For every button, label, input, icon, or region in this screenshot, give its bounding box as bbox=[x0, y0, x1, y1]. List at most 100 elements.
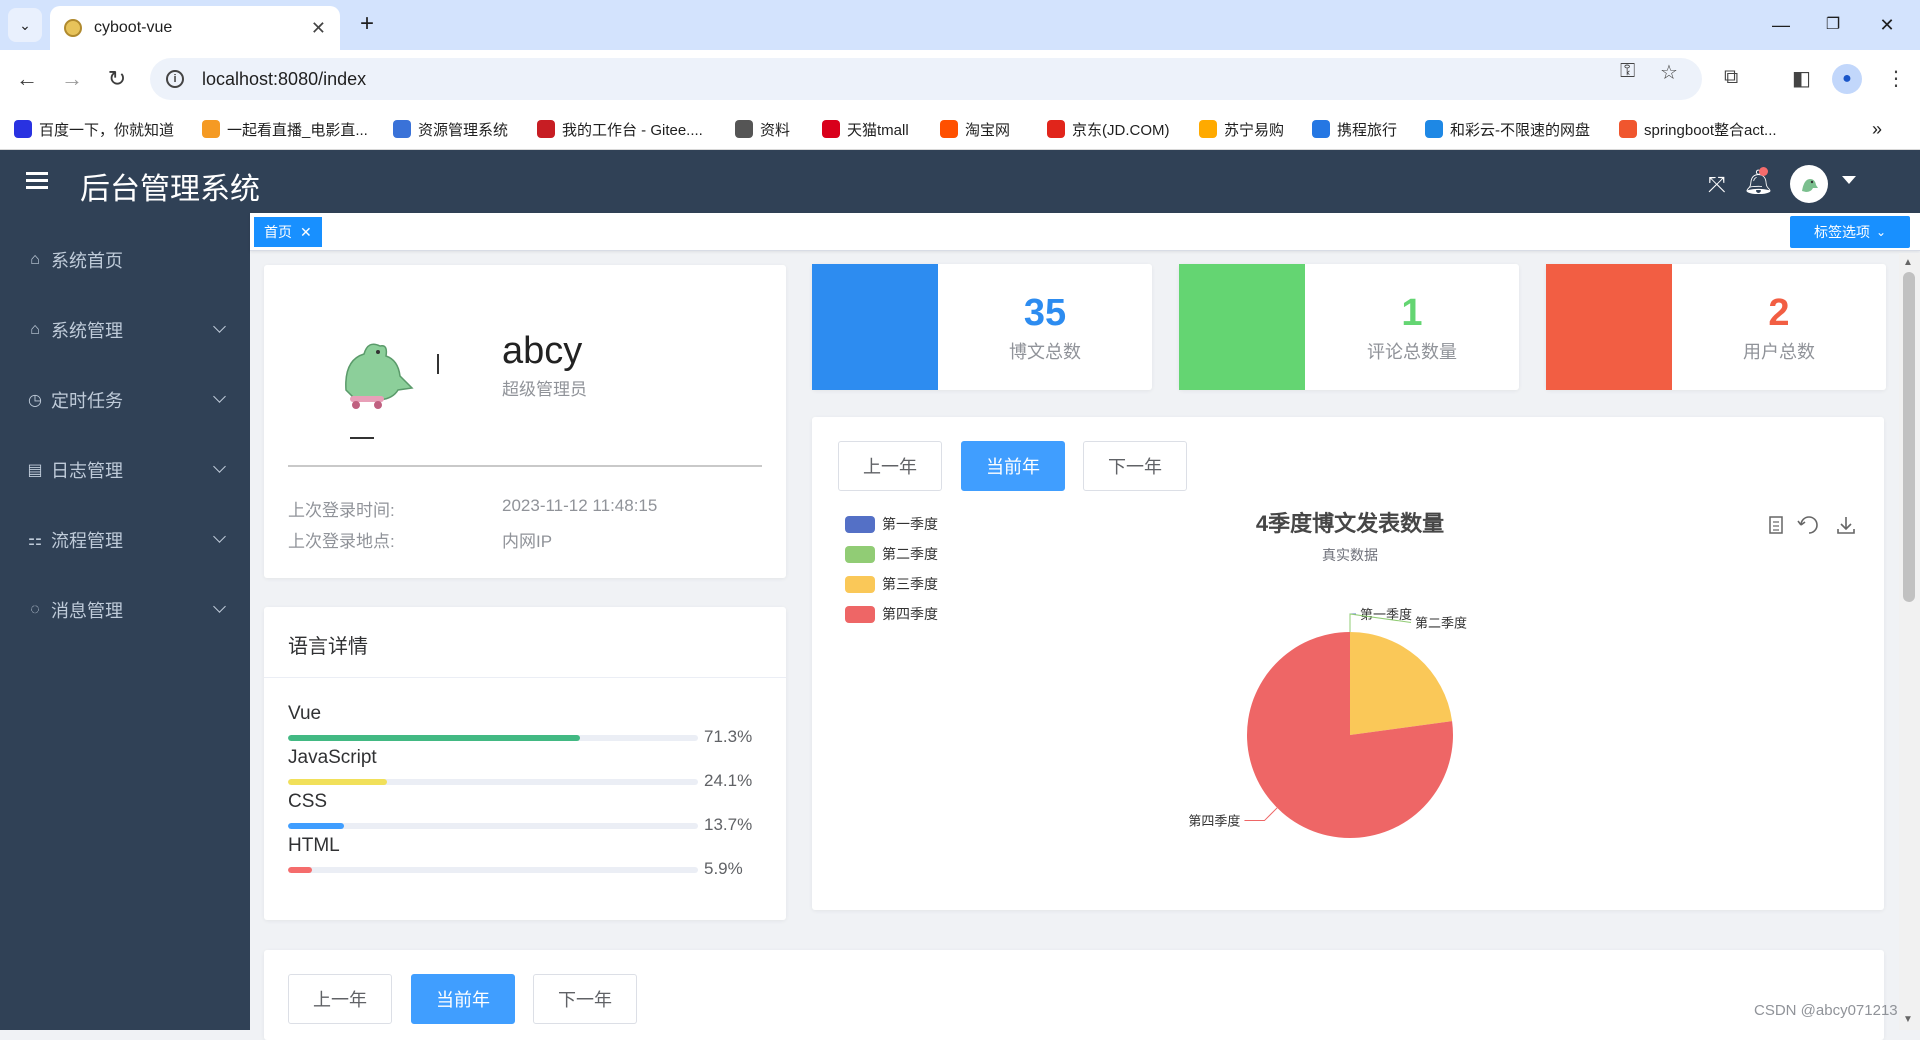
user-role: 超级管理员 bbox=[502, 380, 587, 399]
hamburger-icon[interactable] bbox=[26, 170, 50, 192]
bookmark-item[interactable]: 淘宝网 bbox=[940, 118, 1010, 140]
scroll-up-icon[interactable]: ▲ bbox=[1903, 257, 1913, 268]
info-icon[interactable]: i bbox=[166, 70, 184, 88]
language-progress-track bbox=[288, 735, 698, 741]
new-tab-button[interactable]: + bbox=[352, 10, 382, 40]
bookmarks-overflow-icon[interactable]: » bbox=[1872, 118, 1882, 140]
bookmark-item[interactable]: 一起看直播_电影直... bbox=[202, 118, 368, 140]
bookmark-item[interactable]: 苏宁易购 bbox=[1199, 118, 1284, 140]
bookmark-item[interactable]: springboot整合act... bbox=[1619, 118, 1777, 140]
bookmark-item[interactable]: 百度一下，你就知道 bbox=[14, 118, 174, 140]
sidebar-item-0[interactable]: ⌂ 系统首页 bbox=[0, 232, 250, 288]
restore-button[interactable]: ❐ bbox=[1810, 8, 1856, 42]
sidebar-item-label: 消息管理 bbox=[51, 601, 123, 621]
home-icon: ⌂ bbox=[30, 321, 40, 338]
current-year-button-2[interactable]: 当前年 bbox=[411, 974, 515, 1024]
legend-label[interactable]: 第二季度 bbox=[882, 546, 938, 562]
label-line bbox=[1244, 807, 1278, 822]
dinosaur-avatar-icon bbox=[345, 343, 414, 409]
bookmark-favicon-icon bbox=[1047, 120, 1065, 138]
prev-year-button-2[interactable]: 上一年 bbox=[288, 974, 392, 1024]
legend-label[interactable]: 第三季度 bbox=[882, 576, 938, 592]
bookmark-item[interactable]: 资料 bbox=[735, 118, 790, 140]
reload-button[interactable]: ↻ bbox=[100, 62, 134, 96]
extensions-icon[interactable]: ⧉ bbox=[1724, 66, 1738, 89]
stat-value: 35 bbox=[1023, 292, 1067, 334]
last-login-place: 内网IP bbox=[502, 532, 553, 551]
legend-label[interactable]: 第一季度 bbox=[882, 516, 938, 532]
legend-swatch[interactable] bbox=[845, 516, 875, 533]
sidepanel-icon[interactable]: ◧ bbox=[1792, 66, 1811, 91]
language-percent: 13.7% bbox=[704, 815, 753, 834]
language-progress-track bbox=[288, 823, 698, 829]
data-view-icon[interactable] bbox=[1769, 516, 1783, 534]
sidebar-item-5[interactable]: ◌ 消息管理 bbox=[0, 582, 250, 638]
menu-dots-icon[interactable]: ⋮ bbox=[1886, 66, 1906, 91]
sidebar-item-label: 系统首页 bbox=[51, 251, 123, 271]
bookmark-favicon-icon bbox=[735, 120, 753, 138]
minimize-button[interactable]: — bbox=[1758, 8, 1804, 42]
language-progress-fill bbox=[288, 735, 581, 741]
back-button[interactable]: ← bbox=[10, 62, 44, 96]
fullscreen-icon[interactable]: ⤧ bbox=[1708, 172, 1726, 198]
sidebar: ⌂ 系统首页 ⌂ 系统管理 ◷ 定时任务 ▤ 日志管理 ⚏ 流程管理 ◌ 消息管理 bbox=[0, 213, 250, 1030]
bookmark-item[interactable]: 携程旅行 bbox=[1312, 118, 1397, 140]
language-progress-fill bbox=[288, 823, 345, 829]
scrollbar-thumb[interactable] bbox=[1903, 272, 1915, 602]
stat-color-block bbox=[1179, 264, 1305, 390]
favicon-icon bbox=[64, 19, 82, 37]
user-name: abcy bbox=[502, 330, 583, 372]
pie-slice[interactable] bbox=[1350, 632, 1453, 735]
browser-tab-active[interactable]: cyboot-vue ✕ bbox=[50, 6, 340, 50]
star-icon[interactable]: ☆ bbox=[1660, 60, 1678, 85]
address-bar[interactable]: i localhost:8080/index bbox=[150, 58, 1702, 100]
download-icon[interactable] bbox=[1837, 517, 1855, 534]
chart-title: 4季度博文发表数量 bbox=[1256, 511, 1444, 536]
bookmark-favicon-icon bbox=[202, 120, 220, 138]
stat-label: 评论总数量 bbox=[1367, 342, 1457, 362]
chevron-down-icon: ⌄ bbox=[19, 16, 31, 33]
profile-icon[interactable]: ● bbox=[1832, 64, 1862, 94]
bookmark-favicon-icon bbox=[1312, 120, 1330, 138]
pie-label: 第二季度 bbox=[1415, 616, 1467, 631]
sidebar-item-1[interactable]: ⌂ 系统管理 bbox=[0, 302, 250, 358]
legend-swatch[interactable] bbox=[845, 546, 875, 563]
legend-label[interactable]: 第四季度 bbox=[882, 606, 938, 622]
tag-label: 首页 bbox=[264, 224, 292, 240]
bookmark-item[interactable]: 和彩云-不限速的网盘 bbox=[1425, 118, 1590, 140]
tab-search-button[interactable]: ⌄ bbox=[8, 8, 42, 42]
restore-icon[interactable] bbox=[1797, 516, 1818, 534]
close-icon[interactable]: ✕ bbox=[300, 224, 312, 241]
avatar[interactable] bbox=[1790, 165, 1828, 203]
bookmark-label: 资料 bbox=[760, 121, 791, 139]
last-login-place-label: 上次登录地点: bbox=[288, 532, 395, 551]
key-icon[interactable]: ⚿ bbox=[1620, 60, 1635, 83]
chevron-down-icon bbox=[213, 600, 226, 613]
bookmark-item[interactable]: 京东(JD.COM) bbox=[1047, 118, 1170, 140]
tag-options-button[interactable]: 标签选项 ⌄ bbox=[1790, 216, 1910, 248]
scroll-down-icon[interactable]: ▼ bbox=[1903, 1014, 1913, 1025]
sidebar-item-4[interactable]: ⚏ 流程管理 bbox=[0, 512, 250, 568]
forward-button[interactable]: → bbox=[55, 62, 89, 96]
bookmark-item[interactable]: 资源管理系统 bbox=[393, 118, 508, 140]
avatar-image-icon bbox=[1802, 179, 1818, 192]
bookmark-item[interactable]: 天猫tmall bbox=[822, 118, 909, 140]
notification-badge bbox=[1759, 167, 1768, 176]
sidebar-item-2[interactable]: ◷ 定时任务 bbox=[0, 372, 250, 428]
sidebar-item-3[interactable]: ▤ 日志管理 bbox=[0, 442, 250, 498]
bookmark-favicon-icon bbox=[822, 120, 840, 138]
close-icon[interactable]: ✕ bbox=[311, 18, 326, 39]
bookmark-item[interactable]: 我的工作台 - Gitee.... bbox=[537, 118, 703, 140]
legend-swatch[interactable] bbox=[845, 606, 875, 623]
tab-title: cyboot-vue bbox=[94, 19, 173, 36]
bookmark-favicon-icon bbox=[537, 120, 555, 138]
legend-swatch[interactable] bbox=[845, 576, 875, 593]
chevron-down-icon[interactable] bbox=[1842, 176, 1856, 184]
next-year-button-2[interactable]: 下一年 bbox=[533, 974, 637, 1024]
home-icon: ⌂ bbox=[30, 251, 40, 268]
window-close-button[interactable]: ✕ bbox=[1864, 8, 1910, 42]
stat-color-block bbox=[1546, 264, 1672, 390]
avatar-border-mark bbox=[437, 354, 439, 374]
bookmark-favicon-icon bbox=[1199, 120, 1217, 138]
tag-home[interactable]: 首页 ✕ bbox=[254, 217, 322, 247]
